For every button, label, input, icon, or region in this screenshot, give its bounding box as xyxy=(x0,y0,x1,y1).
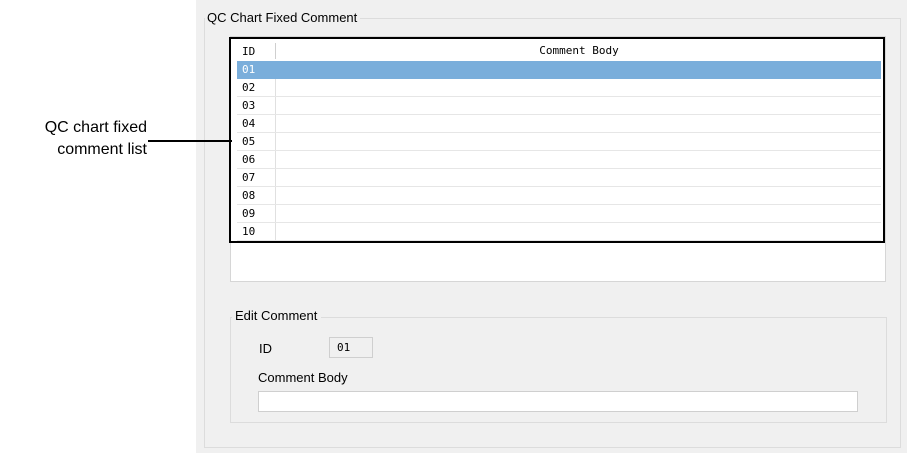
list-item[interactable]: 04 xyxy=(237,115,881,133)
id-field: 01 xyxy=(329,337,373,358)
list-item-id: 02 xyxy=(242,81,256,94)
list-item[interactable]: 06 xyxy=(237,151,881,169)
id-label: ID xyxy=(259,341,272,356)
list-item-body xyxy=(275,115,882,132)
list-item-body xyxy=(275,79,882,96)
list-item[interactable]: 09 xyxy=(237,205,881,223)
list-item-body xyxy=(275,223,882,240)
callout-line-2: comment list xyxy=(57,141,147,158)
comment-body-input[interactable] xyxy=(258,391,858,412)
list-item-id: 08 xyxy=(242,189,256,202)
list-item[interactable]: 03 xyxy=(237,97,881,115)
list-item-body xyxy=(275,133,882,150)
list-item-id: 09 xyxy=(242,207,256,220)
list-item-id: 07 xyxy=(242,171,256,184)
list-item[interactable]: 02 xyxy=(237,79,881,97)
list-item-body xyxy=(275,205,882,222)
list-item[interactable]: 08 xyxy=(237,187,881,205)
list-item-id: 01 xyxy=(242,63,256,76)
list-item[interactable]: 10 xyxy=(237,223,881,241)
group-title: QC Chart Fixed Comment xyxy=(205,10,361,26)
comment-body-label: Comment Body xyxy=(258,370,348,385)
list-item-body xyxy=(275,61,882,78)
comment-list[interactable]: ID Comment Body 01 02 03 04 05 06 07 08 09 10 xyxy=(229,37,885,243)
list-item-id: 06 xyxy=(242,153,256,166)
list-item-body xyxy=(275,97,882,114)
list-header: ID Comment Body xyxy=(237,43,881,59)
list-item-body xyxy=(275,187,882,204)
list-item-body xyxy=(275,151,882,168)
list-item[interactable]: 05 xyxy=(237,133,881,151)
callout-line-1: QC chart fixed xyxy=(44,119,147,136)
header-id[interactable]: ID xyxy=(242,45,255,58)
list-item-id: 10 xyxy=(242,225,256,238)
list-item[interactable]: 01 xyxy=(237,61,881,79)
callout-label: QC chart fixed comment list xyxy=(45,117,147,161)
callout-leader-line xyxy=(148,140,232,142)
list-item-id: 04 xyxy=(242,117,256,130)
list-item-id: 05 xyxy=(242,135,256,148)
list-item-id: 03 xyxy=(242,99,256,112)
header-comment-body[interactable]: Comment Body xyxy=(275,43,882,59)
list-item[interactable]: 07 xyxy=(237,169,881,187)
edit-comment-title: Edit Comment xyxy=(232,308,322,324)
list-item-body xyxy=(275,169,882,186)
